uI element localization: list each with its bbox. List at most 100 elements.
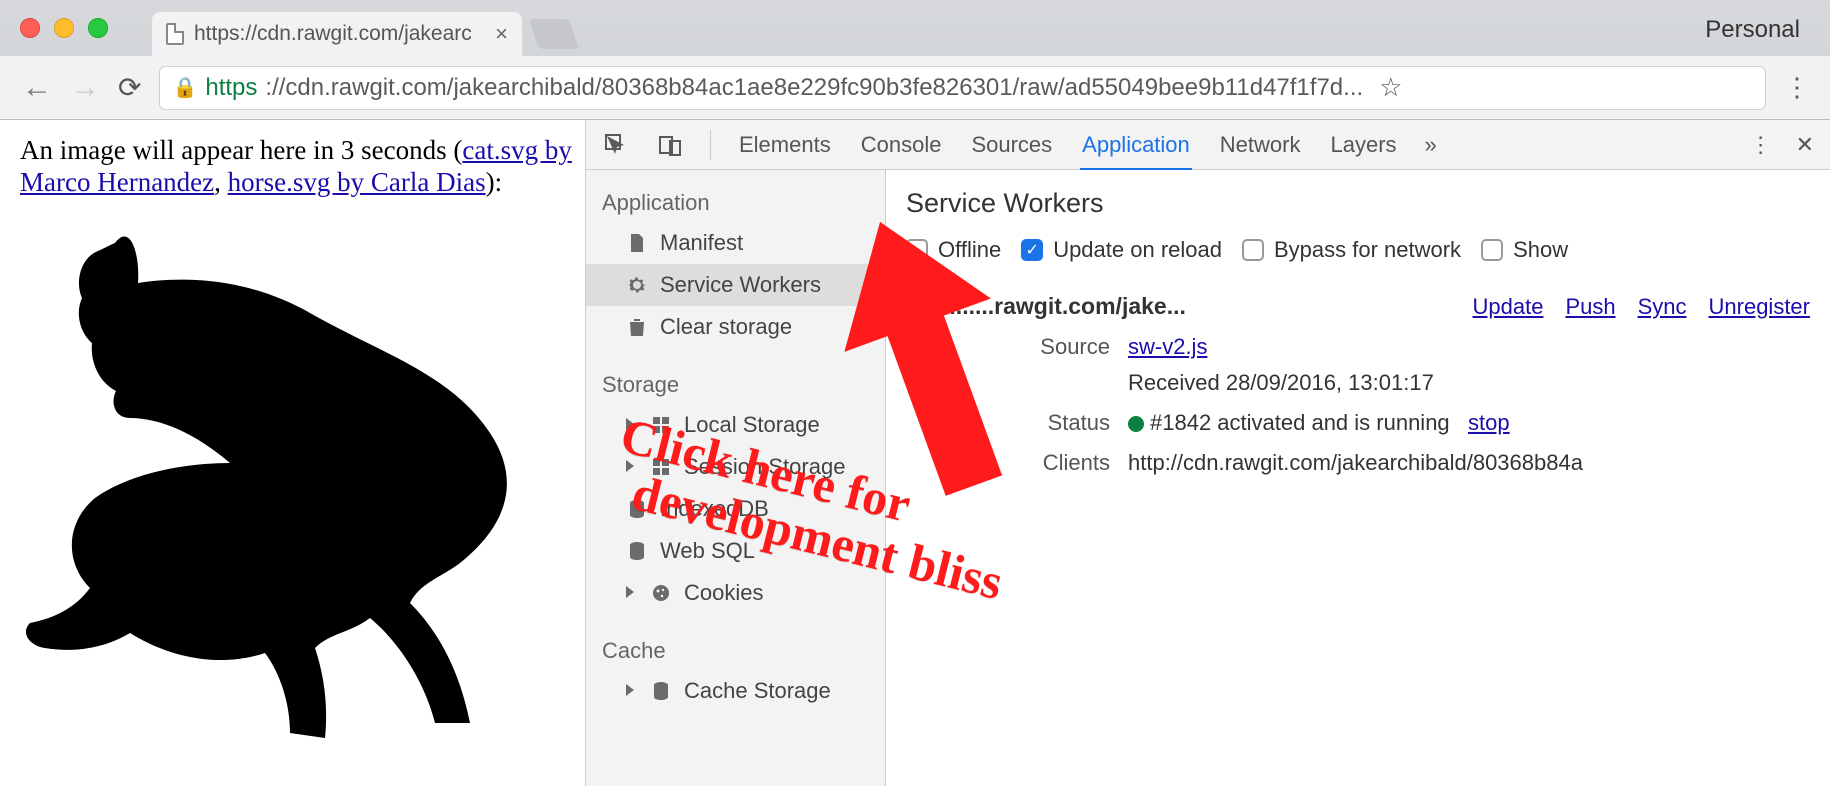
sidebar-item-label: Web SQL: [660, 538, 755, 564]
sidebar-item-label: Session Storage: [684, 454, 845, 480]
sidebar-item-label: Clear storage: [660, 314, 792, 340]
tab-network[interactable]: Network: [1218, 132, 1303, 158]
label-source: Source: [1030, 334, 1110, 360]
tab-title: https://cdn.rawgit.com/jakearc: [194, 22, 472, 46]
link-push[interactable]: Push: [1565, 294, 1615, 320]
label-clients: Clients: [1030, 450, 1110, 476]
link-sync[interactable]: Sync: [1638, 294, 1687, 320]
devtools-close-icon[interactable]: ✕: [1796, 132, 1814, 158]
grid-icon: [650, 456, 672, 478]
sidebar-item-cookies[interactable]: Cookies: [586, 572, 885, 614]
expand-icon: [626, 684, 634, 696]
status-value: #1842 activated and is running stop: [1128, 410, 1510, 436]
new-tab-button[interactable]: [529, 19, 579, 49]
link-source-file[interactable]: sw-v2.js: [1128, 334, 1207, 359]
device-toolbar-icon[interactable]: [656, 133, 684, 157]
checkbox-icon: [1242, 239, 1264, 261]
database-icon: [650, 680, 672, 702]
inspect-element-icon[interactable]: [602, 133, 630, 157]
url-path: ://cdn.rawgit.com/jakearchibald/80368b84…: [265, 74, 1363, 102]
check-offline[interactable]: Offline: [906, 237, 1001, 263]
sidebar-item-label: Local Storage: [684, 412, 820, 438]
fullscreen-window-button[interactable]: [88, 18, 108, 38]
horse-image: [20, 203, 579, 750]
sidebar-item-websql[interactable]: Web SQL: [586, 530, 885, 572]
sidebar-item-local-storage[interactable]: Local Storage: [586, 404, 885, 446]
tab-application[interactable]: Application: [1080, 132, 1192, 171]
browser-toolbar: ← → ⟳ 🔒 https ://cdn.rawgit.com/jakearchi…: [0, 56, 1830, 120]
sidebar-item-cache-storage[interactable]: Cache Storage: [586, 670, 885, 712]
devtools: Elements Console Sources Application Net…: [585, 120, 1830, 786]
tab-sources[interactable]: Sources: [969, 132, 1054, 158]
link-update[interactable]: Update: [1472, 294, 1543, 320]
check-label: Bypass for network: [1274, 237, 1461, 263]
status-text: #1842 activated and is running: [1150, 410, 1450, 435]
trash-icon: [626, 316, 648, 338]
bookmark-star-icon[interactable]: ☆: [1379, 72, 1402, 103]
document-icon: [626, 232, 648, 254]
browser-tab[interactable]: https://cdn.rawgit.com/jakearc ×: [152, 12, 522, 56]
page-text-post: ):: [486, 167, 503, 197]
sidebar-item-label: Cookies: [684, 580, 763, 606]
database-icon: [626, 540, 648, 562]
link-horse-svg[interactable]: horse.svg by Carla Dias: [228, 167, 486, 197]
gear-icon: [626, 274, 648, 296]
sidebar-item-service-workers[interactable]: Service Workers: [586, 264, 885, 306]
check-label: Offline: [938, 237, 1001, 263]
check-bypass-network[interactable]: Bypass for network: [1242, 237, 1461, 263]
sidebar-item-label: IndexedDB: [660, 496, 769, 522]
sidebar-item-label: Cache Storage: [684, 678, 831, 704]
window-controls: [20, 18, 108, 38]
sidebar-item-manifest[interactable]: Manifest: [586, 222, 885, 264]
sidebar-group-storage: Storage: [586, 366, 885, 404]
address-bar[interactable]: 🔒 https ://cdn.rawgit.com/jakearchibald/8…: [159, 66, 1766, 110]
page-text-pre: An image will appear here in 3 seconds (: [20, 135, 462, 165]
sidebar-group-cache: Cache: [586, 632, 885, 670]
devtools-tabbar: Elements Console Sources Application Net…: [586, 120, 1830, 170]
sidebar-item-indexeddb[interactable]: IndexedDB: [586, 488, 885, 530]
profile-label[interactable]: Personal: [1705, 16, 1800, 44]
reload-button[interactable]: ⟳: [118, 71, 141, 104]
minimize-window-button[interactable]: [54, 18, 74, 38]
service-workers-panel: Service Workers Offline ✓ Update on relo…: [886, 170, 1830, 786]
lock-icon: 🔒: [172, 75, 197, 100]
link-unregister[interactable]: Unregister: [1709, 294, 1810, 320]
close-tab-icon[interactable]: ×: [495, 21, 508, 47]
database-icon: [626, 498, 648, 520]
url-scheme: https: [205, 74, 257, 102]
browser-menu-icon[interactable]: ⋮: [1784, 72, 1812, 103]
sidebar-item-label: Manifest: [660, 230, 743, 256]
check-update-on-reload[interactable]: ✓ Update on reload: [1021, 237, 1222, 263]
page-favicon: [166, 23, 184, 45]
forward-button[interactable]: →: [70, 71, 100, 105]
status-dot-icon: [1128, 416, 1144, 432]
panel-checkboxes: Offline ✓ Update on reload Bypass for ne…: [906, 237, 1810, 263]
cookie-icon: [650, 582, 672, 604]
clients-text: http://cdn.rawgit.com/jakearchibald/8036…: [1128, 450, 1583, 476]
close-window-button[interactable]: [20, 18, 40, 38]
browser-tabstrip: https://cdn.rawgit.com/jakearc × Persona…: [0, 0, 1830, 56]
sw-origin: http.......rawgit.com/jake...: [906, 293, 1186, 320]
separator: [710, 130, 711, 160]
grid-icon: [650, 414, 672, 436]
check-label: Show: [1513, 237, 1568, 263]
text-received: Received 28/09/2016, 13:01:17: [1128, 370, 1434, 396]
sidebar-group-application: Application: [586, 184, 885, 222]
page-content: An image will appear here in 3 seconds (…: [0, 120, 585, 786]
tab-elements[interactable]: Elements: [737, 132, 833, 158]
tabs-overflow-icon[interactable]: »: [1425, 132, 1437, 158]
sidebar-item-label: Service Workers: [660, 272, 821, 298]
check-show[interactable]: Show: [1481, 237, 1568, 263]
back-button[interactable]: ←: [22, 71, 52, 105]
expand-icon: [626, 418, 634, 430]
panel-title: Service Workers: [906, 188, 1810, 219]
sidebar-item-session-storage[interactable]: Session Storage: [586, 446, 885, 488]
link-stop[interactable]: stop: [1468, 410, 1510, 435]
page-text-sep: ,: [214, 167, 228, 197]
tab-layers[interactable]: Layers: [1328, 132, 1398, 158]
label-status: Status: [1030, 410, 1110, 436]
sidebar-item-clear-storage[interactable]: Clear storage: [586, 306, 885, 348]
tab-console[interactable]: Console: [859, 132, 944, 158]
checkbox-checked-icon: ✓: [1021, 239, 1043, 261]
devtools-menu-icon[interactable]: ⋮: [1750, 132, 1772, 158]
